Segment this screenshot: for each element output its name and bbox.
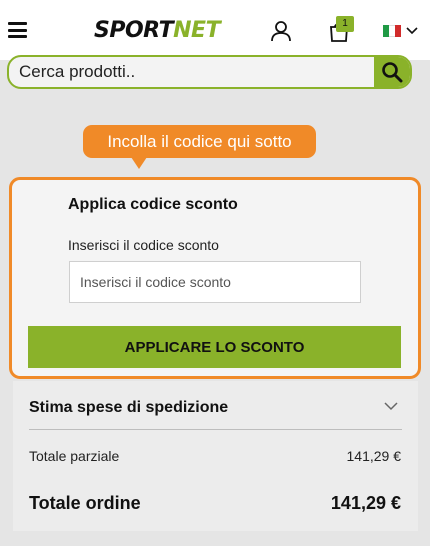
- search-input[interactable]: [19, 57, 369, 87]
- discount-code-box: Applica codice sconto Inserisci il codic…: [9, 177, 421, 379]
- shipping-estimate-label: Stima spese di spedizione: [29, 399, 229, 416]
- order-total-label: Totale ordine: [29, 493, 141, 513]
- order-total-value: 141,29 €: [330, 493, 401, 513]
- divider: [29, 429, 402, 430]
- flag-italy-icon[interactable]: [383, 25, 401, 37]
- coupon-code-input[interactable]: [69, 261, 361, 303]
- chevron-down-icon[interactable]: [406, 26, 418, 36]
- search-bar: [7, 55, 412, 89]
- shipping-estimate-toggle[interactable]: Stima spese di spedizione: [13, 381, 418, 430]
- search-button[interactable]: [374, 57, 410, 87]
- user-icon[interactable]: [270, 20, 292, 42]
- subtotal-label: Totale parziale: [29, 448, 120, 464]
- cart-count-badge: 1: [336, 16, 354, 32]
- coupon-title: Applica codice sconto: [68, 196, 238, 213]
- menu-icon[interactable]: [8, 22, 27, 38]
- sportnet-logo[interactable]: SPORTNET: [94, 17, 221, 45]
- coupon-field-label: Inserisci il codice sconto: [68, 237, 219, 253]
- logo-text-sport: SPORT: [94, 18, 174, 43]
- paste-code-tooltip: Incolla il codice qui sotto: [83, 125, 316, 158]
- order-summary: Stima spese di spedizione Totale parzial…: [13, 381, 418, 531]
- subtotal-value: 141,29 €: [346, 448, 402, 464]
- chevron-down-icon: [384, 402, 398, 411]
- apply-discount-button[interactable]: APPLICARE LO SCONTO: [28, 326, 401, 368]
- tooltip-arrow: [131, 157, 147, 169]
- search-icon: [382, 62, 403, 83]
- logo-text-net: NET: [173, 18, 221, 43]
- site-header: SPORTNET 1: [0, 0, 430, 60]
